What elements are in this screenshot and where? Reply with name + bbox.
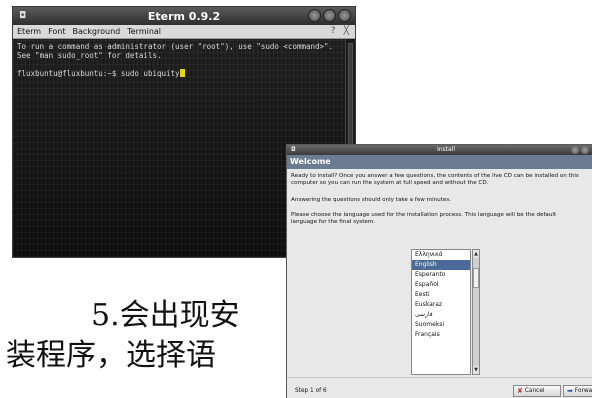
language-scroll-thumb[interactable] [473,268,479,288]
terminal-cursor [179,69,185,77]
language-item[interactable]: Euskaraz [412,300,470,310]
language-list[interactable]: Ελληνικά English Esperanto Español Eesti… [411,249,471,375]
install-titlebar[interactable]: ◘ Install [287,145,592,155]
eterm-menubar: Eterm Font Background Terminal ? ╳ [13,25,355,39]
eterm-title: Eterm 0.9.2 [147,9,221,23]
minimize-icon[interactable] [308,9,321,22]
welcome-heading: Welcome [287,155,592,169]
scroll-down-icon[interactable]: ▼ [473,366,479,374]
install-window: ◘ Install Welcome Ready to install? Once… [286,144,592,398]
language-item-selected[interactable]: English [412,260,470,270]
scroll-up-icon[interactable]: ▲ [473,250,479,258]
language-item[interactable]: Esperanto [412,270,470,280]
cancel-label: Cancel [524,388,545,394]
duration-paragraph: Answering the questions should only take… [291,197,452,203]
forward-icon: ➡ [567,387,573,395]
close-icon[interactable] [338,9,351,22]
caption-line-2: 装程序，选择语 [6,338,216,373]
menu-eterm[interactable]: Eterm [17,27,41,36]
forward-button[interactable]: ➡ Forward [563,385,592,397]
footer-divider [287,377,592,378]
language-item[interactable]: Français [412,330,470,340]
window-buttons [308,9,351,22]
terminal-line: To run a command as administrator (user … [17,42,334,51]
caption-text: 5.会出现安 装程序，选择语 [6,296,276,376]
close-menubar-icon[interactable]: ╳ [344,26,349,36]
language-item[interactable]: Español [412,280,470,290]
menu-terminal[interactable]: Terminal [127,27,161,36]
maximize-icon[interactable] [323,9,336,22]
install-minimize-icon[interactable] [571,146,579,154]
terminal-prompt-line: fluxbuntu@fluxbuntu:~$ sudo ubiquity [17,69,341,78]
help-icon[interactable]: ? [331,26,336,36]
caption-line-1: 5.会出现安 [91,298,240,333]
language-item[interactable]: Suomeksi [412,320,470,330]
eterm-titlebar[interactable]: ◘ Eterm 0.9.2 [13,7,355,25]
terminal-command: fluxbuntu@fluxbuntu:~$ sudo ubiquity [17,69,180,78]
step-indicator: Step 1 of 6 [295,388,327,394]
language-item[interactable]: فارسی [412,310,470,320]
menu-font[interactable]: Font [48,27,65,36]
install-title: Install [436,146,456,153]
menu-background[interactable]: Background [72,27,120,36]
language-item[interactable]: Eesti [412,290,470,300]
install-window-buttons [571,146,589,154]
language-instruction: Please choose the language used for the … [291,212,557,225]
terminal-line: See "man sudo_root" for details. [17,51,162,60]
language-list-scrollbar[interactable]: ▲ ▼ [472,249,480,375]
install-close-icon[interactable] [581,146,589,154]
cancel-x-icon: ✘ [517,387,523,395]
cancel-button[interactable]: ✘ Cancel [513,385,561,397]
intro-paragraph: Ready to install? Once you answer a few … [291,173,579,186]
language-item[interactable]: Ελληνικά [412,250,470,260]
forward-label: Forward [574,388,592,394]
